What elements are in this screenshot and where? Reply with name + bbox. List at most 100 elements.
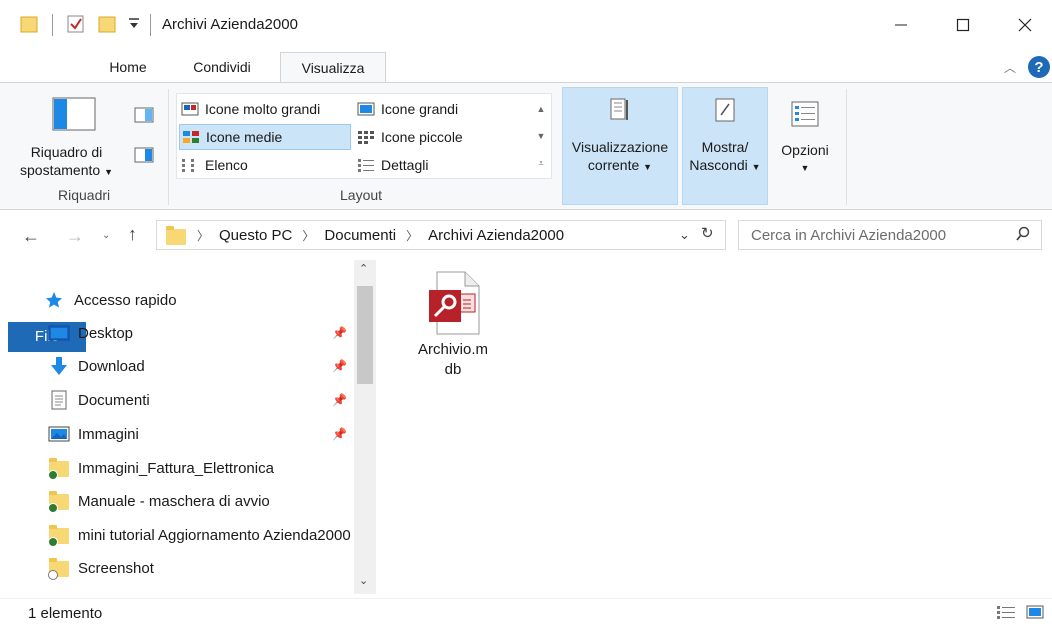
preview-pane-icon[interactable] <box>134 107 154 126</box>
up-icon[interactable]: ↑ <box>128 224 137 245</box>
nav-item-label: Documenti <box>78 391 150 409</box>
star-icon <box>44 290 66 310</box>
options-label: Opzioni <box>781 142 829 158</box>
dropdown-arrow-icon: ▼ <box>751 162 761 172</box>
scroll-up-icon[interactable]: ⌃ <box>359 262 368 275</box>
forward-icon[interactable]: → <box>66 226 84 247</box>
layout-extra-large-label: Icone molto grandi <box>205 101 321 117</box>
pin-icon[interactable]: 📌 <box>332 326 347 340</box>
pin-icon[interactable]: 📌 <box>332 393 347 407</box>
gallery-more-icon[interactable]: ⩡ <box>538 158 543 169</box>
scrollbar-thumb[interactable] <box>357 286 373 384</box>
layout-details[interactable]: Dettagli <box>357 152 428 178</box>
folder-icon <box>20 14 40 34</box>
breadcrumb-questo-pc[interactable]: Questo PC <box>219 227 292 244</box>
nav-item-desktop[interactable]: Desktop 📌 <box>48 318 354 348</box>
address-dropdown-icon[interactable]: ⌄ <box>679 227 690 243</box>
access-database-icon <box>425 270 481 336</box>
address-bar[interactable]: 〉 Questo PC 〉 Documenti 〉 Archivi Aziend… <box>156 220 726 250</box>
details-icon <box>357 158 375 172</box>
breadcrumb-separator-icon: 〉 <box>197 228 210 243</box>
file-name: Archivio.m <box>417 341 488 358</box>
pin-icon[interactable]: 📌 <box>332 359 347 373</box>
file-name-continued: db <box>444 361 462 378</box>
breadcrumb-archivi[interactable]: Archivi Azienda2000 <box>428 227 564 244</box>
layout-medium-icons[interactable]: Icone medie <box>179 124 351 150</box>
nav-item-download[interactable]: Download 📌 <box>48 351 354 381</box>
gallery-up-icon[interactable]: ▲ <box>537 104 546 114</box>
minimize-button[interactable] <box>878 8 924 42</box>
nav-item-documenti[interactable]: Documenti 📌 <box>48 385 354 415</box>
gallery-down-icon[interactable]: ▼ <box>537 131 546 141</box>
navigation-pane-icon[interactable] <box>52 97 96 134</box>
close-icon <box>1018 18 1032 32</box>
address-row: ← → ⌄ ↑ 〉 Questo PC 〉 Documenti 〉 Archiv… <box>0 214 1052 258</box>
title-bar: Archivi Azienda2000 <box>0 0 1052 52</box>
ribbon-tabs: File Home Condividi Visualizza ︿ ? <box>0 52 1052 352</box>
dropdown-arrow-icon: ▼ <box>104 167 113 177</box>
nav-item-label: Desktop <box>78 324 134 342</box>
details-view-icon[interactable] <box>996 605 1016 622</box>
layout-small-icons[interactable]: Icone piccole <box>357 124 463 150</box>
group-label-layout: Layout <box>340 187 383 203</box>
nav-quick-access-label: Accesso rapido <box>74 291 177 309</box>
nav-scrollbar[interactable]: ⌃ ⌄ <box>354 260 376 594</box>
nav-item-immagini-fattura[interactable]: Immagini_Fattura_Elettronica <box>48 453 354 483</box>
layout-large-label: Icone grandi <box>381 101 459 117</box>
nav-quick-access[interactable]: Accesso rapido <box>44 285 350 315</box>
back-icon[interactable]: ← <box>22 226 40 247</box>
item-count: 1 elemento <box>28 605 103 622</box>
new-folder-icon[interactable] <box>98 14 118 34</box>
options-button[interactable]: Opzioni ▼ <box>772 87 838 205</box>
customize-toolbar-icon[interactable] <box>128 16 140 30</box>
status-bar: 1 elemento <box>0 598 1052 626</box>
small-icons-icon <box>357 130 375 144</box>
synced-folder-icon <box>48 525 70 547</box>
tab-condividi[interactable]: Condividi <box>172 52 272 82</box>
large-icons-icon <box>357 102 375 116</box>
layout-list[interactable]: Elenco <box>181 152 248 178</box>
pin-icon[interactable]: 📌 <box>332 427 347 441</box>
nav-item-mini-tutorial[interactable]: mini tutorial Aggiornamento Azienda2000 <box>48 520 354 550</box>
layout-details-label: Dettagli <box>381 157 429 173</box>
maximize-icon <box>956 18 970 32</box>
current-view-button[interactable]: Visualizzazione corrente ▼ <box>562 87 678 205</box>
layout-large-icons[interactable]: Icone grandi <box>357 96 458 122</box>
desktop-icon <box>48 323 70 343</box>
maximize-button[interactable] <box>940 8 986 42</box>
window-title: Archivi Azienda2000 <box>162 16 298 33</box>
dropdown-arrow-icon: ▼ <box>800 163 810 173</box>
navigation-pane-label-1: Riquadro di <box>30 144 103 160</box>
refresh-icon[interactable]: ↻ <box>701 224 714 242</box>
show-hide-button[interactable]: Mostra/ Nascondi ▼ <box>682 87 768 205</box>
tab-visualizza[interactable]: Visualizza <box>280 52 386 83</box>
layout-extra-large-icons[interactable]: Icone molto grandi <box>181 96 320 122</box>
properties-icon[interactable] <box>66 14 86 34</box>
details-pane-icon[interactable] <box>134 147 154 166</box>
recent-locations-icon[interactable]: ⌄ <box>102 230 110 241</box>
synced-folder-icon <box>48 458 70 480</box>
close-button[interactable] <box>1002 8 1048 42</box>
nav-item-label: Immagini <box>78 425 139 443</box>
nav-item-immagini[interactable]: Immagini 📌 <box>48 419 354 449</box>
file-item[interactable]: Archivio.m db <box>406 270 500 380</box>
layout-list-label: Elenco <box>205 157 248 173</box>
navigation-pane-button[interactable]: Riquadro di spostamento ▼ <box>20 143 113 181</box>
large-icons-view-icon[interactable] <box>1026 605 1044 622</box>
search-input[interactable]: Cerca in Archivi Azienda2000 <box>738 220 1042 250</box>
current-view-label-1: Visualizzazione <box>571 139 669 155</box>
collapse-ribbon-icon[interactable]: ︿ <box>1004 59 1016 76</box>
tab-home[interactable]: Home <box>92 52 164 82</box>
layout-small-label: Icone piccole <box>381 129 463 145</box>
layout-medium-label: Icone medie <box>206 129 283 145</box>
help-icon[interactable]: ? <box>1028 56 1050 78</box>
nav-item-screenshot[interactable]: Screenshot <box>48 553 354 583</box>
ribbon-visualizza: Riquadro di spostamento ▼ Riquadri Icone… <box>0 82 1052 210</box>
group-label-riquadri: Riquadri <box>58 187 111 203</box>
synced-folder-icon <box>48 491 70 513</box>
nav-item-manuale[interactable]: Manuale - maschera di avvio <box>48 486 354 516</box>
breadcrumb-documenti[interactable]: Documenti <box>324 227 396 244</box>
scroll-down-icon[interactable]: ⌄ <box>359 574 368 587</box>
search-icon[interactable] <box>1015 226 1031 246</box>
options-icon <box>791 101 819 131</box>
